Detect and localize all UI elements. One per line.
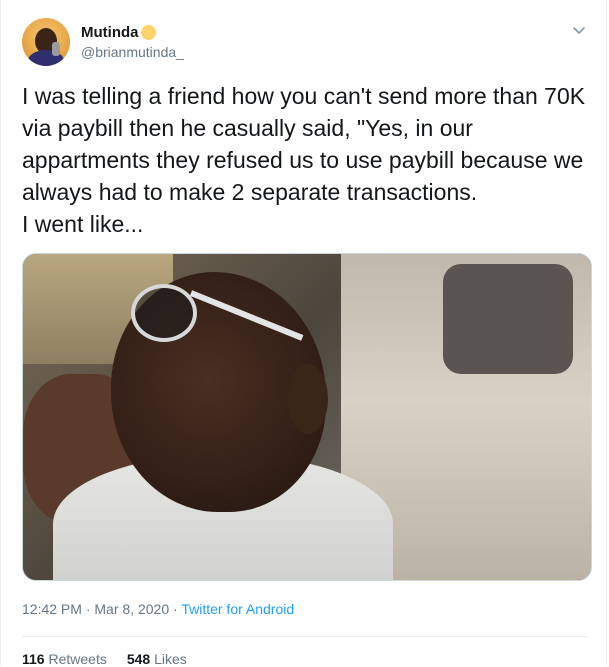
author-name-row[interactable]: Mutinda xyxy=(81,24,156,41)
tweet-video[interactable] xyxy=(22,253,592,581)
divider xyxy=(22,636,588,637)
glasses-lens xyxy=(131,284,197,342)
tweet-source-link[interactable]: Twitter for Android xyxy=(181,601,294,617)
tweet-meta: 12:42 PM · Mar 8, 2020 · Twitter for And… xyxy=(22,601,294,617)
tweet-text: I was telling a friend how you can't sen… xyxy=(22,83,586,237)
sun-emoji-icon xyxy=(140,25,156,40)
chevron-down-icon[interactable] xyxy=(571,22,587,38)
avatar-microphone xyxy=(52,42,60,56)
tweet-date[interactable]: Mar 8, 2020 xyxy=(94,601,169,617)
tweet-card: Mutinda @brianmutinda_ I was telling a f… xyxy=(0,0,607,667)
person-ear xyxy=(288,364,328,434)
user-handle[interactable]: @brianmutinda_ xyxy=(81,44,184,60)
meta-separator: · xyxy=(169,601,182,617)
meta-separator: · xyxy=(81,601,95,617)
display-name[interactable]: Mutinda xyxy=(81,24,139,41)
car-headrest xyxy=(443,264,573,374)
avatar[interactable] xyxy=(22,18,70,66)
tweet-time[interactable]: 12:42 PM xyxy=(22,601,82,617)
